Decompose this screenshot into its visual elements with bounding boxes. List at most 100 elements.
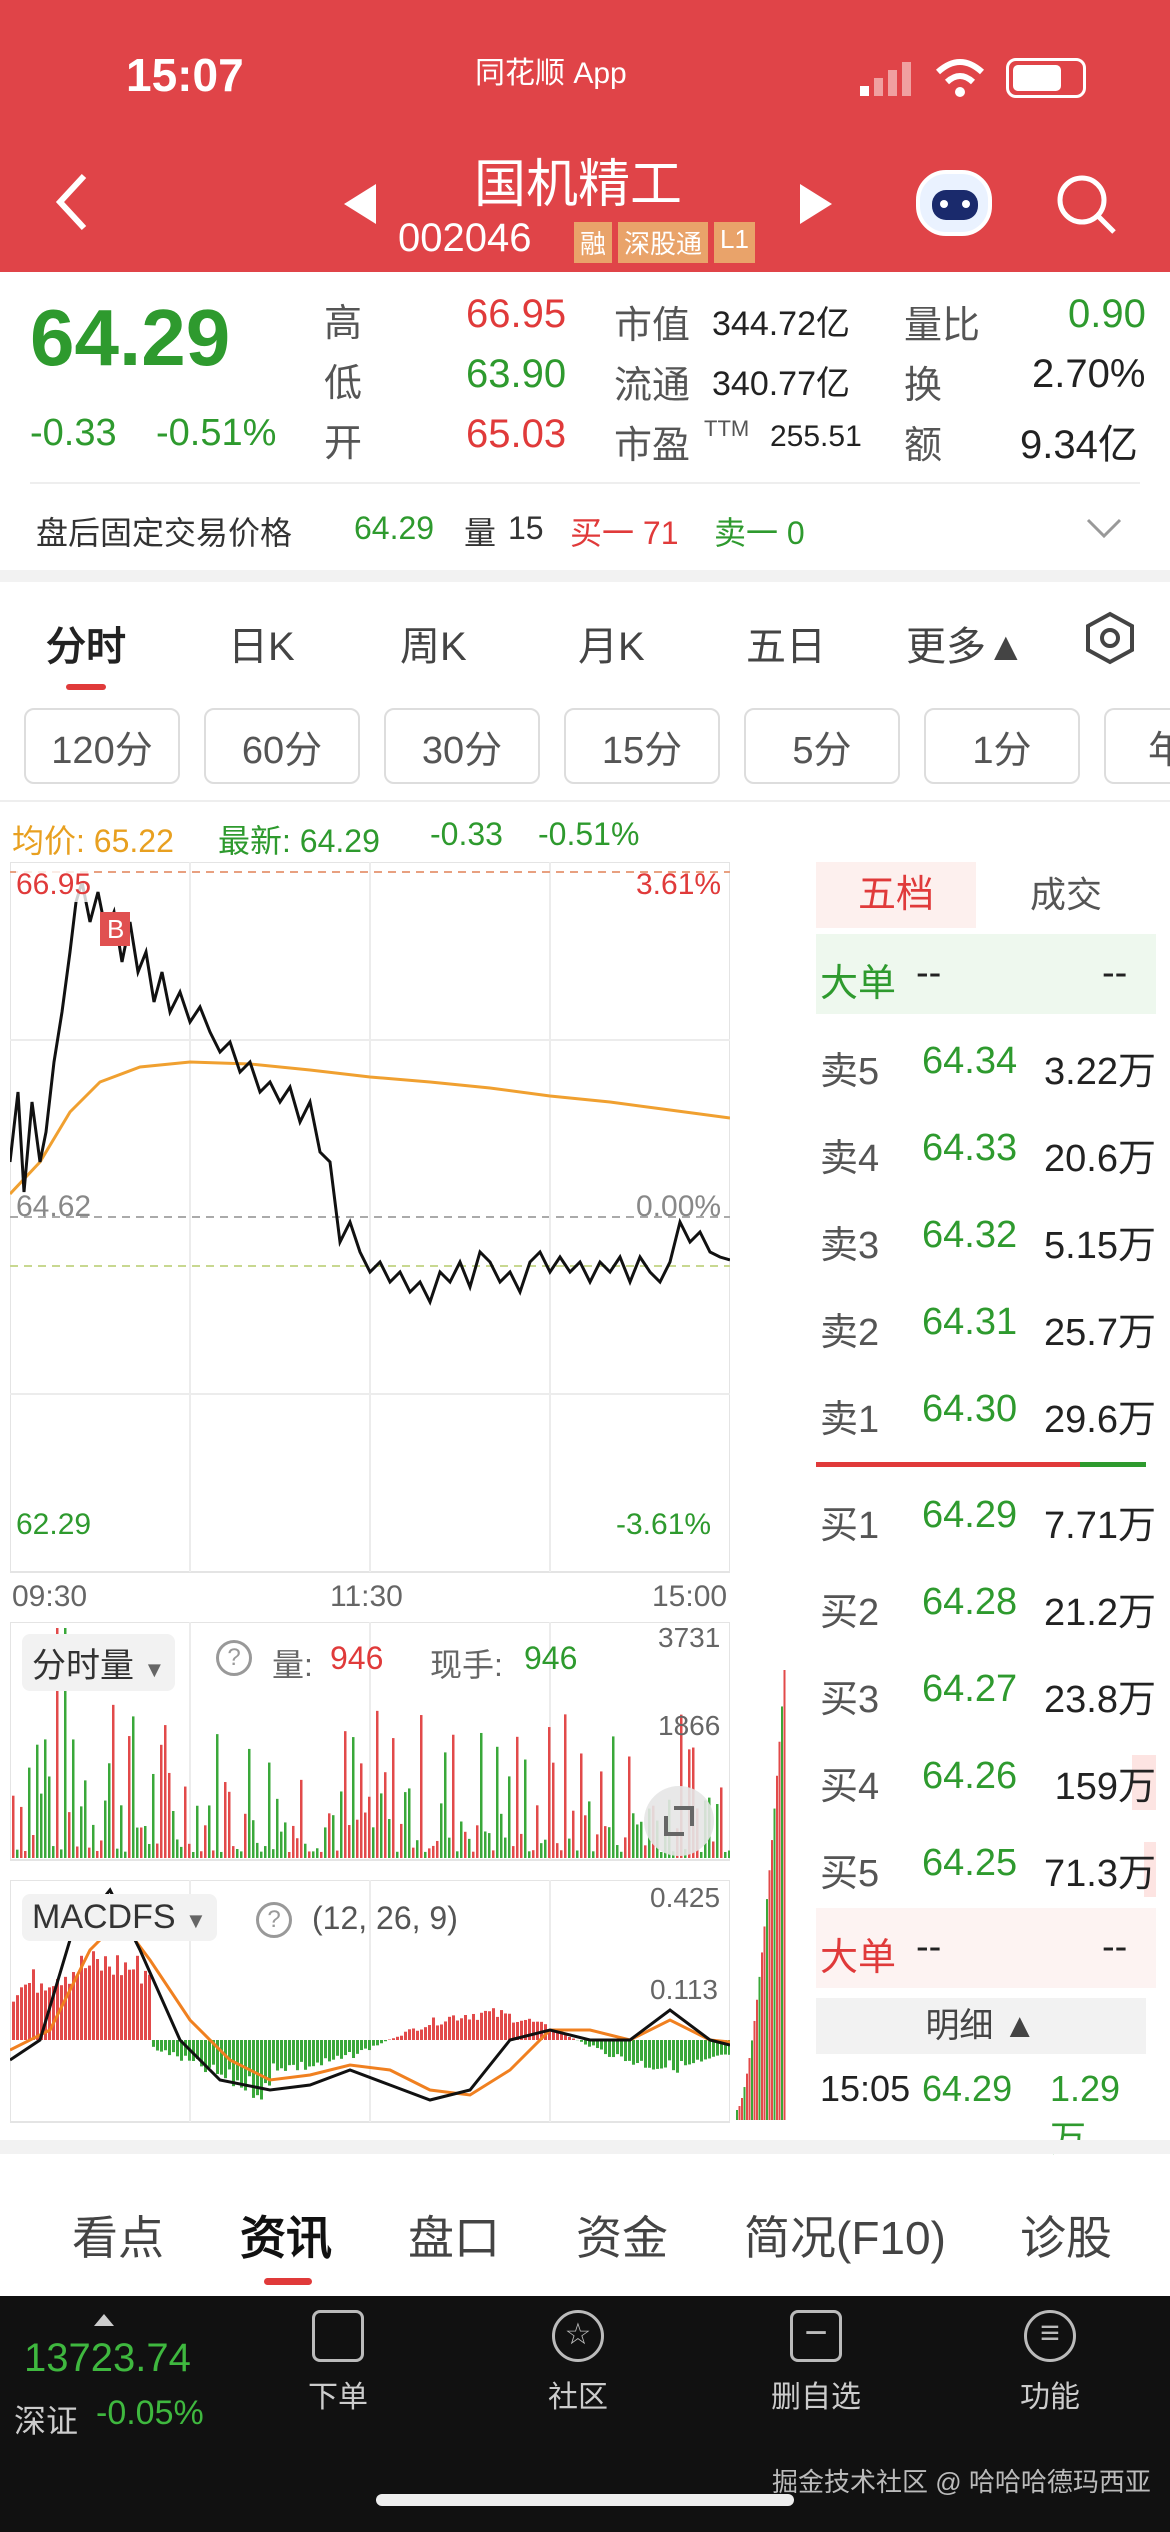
volume-bar [200, 1851, 203, 1858]
closing-volume-bar [736, 2110, 738, 2120]
volume-bar [564, 1714, 567, 1858]
volume-bar [284, 1822, 287, 1858]
volume-bar [544, 1839, 547, 1858]
ask-row[interactable]: 卖3 64.32 5.15万 [816, 1196, 1156, 1276]
volume-indicator-select[interactable]: 分时量 ▼ [22, 1634, 176, 1691]
ask-row[interactable]: 卖1 64.30 29.6万 [816, 1370, 1156, 1450]
help-icon[interactable]: ? [256, 1902, 292, 1938]
volume-bar [464, 1831, 467, 1858]
volume-bar [12, 1795, 15, 1858]
macd-indicator-select[interactable]: MACDFS ▼ [22, 1894, 217, 1941]
menu-icon: ≡ [1024, 2310, 1076, 2362]
expand-chevron-icon[interactable] [1086, 516, 1122, 545]
macd-bar [116, 1955, 119, 2040]
fullscreen-icon[interactable] [644, 1786, 714, 1856]
macd-bar [20, 1987, 23, 2040]
tab-weekly-k[interactable]: 周K [400, 614, 467, 672]
timeframe-5m[interactable]: 5分 [744, 708, 900, 784]
bid-row[interactable]: 买4 64.26 159万 [816, 1737, 1156, 1817]
bid-row[interactable]: 买3 64.27 23.8万 [816, 1650, 1156, 1730]
volume-bar [448, 1837, 451, 1858]
index-value[interactable]: 13723.74 [24, 2336, 191, 2381]
remove-watchlist-label: 删自选 [771, 2381, 861, 2414]
tab-five-day[interactable]: 五日 [746, 614, 826, 672]
bid-row[interactable]: 买1 64.29 7.71万 [816, 1476, 1156, 1556]
big-order-label: 大单 [820, 963, 897, 1005]
tab-funds[interactable]: 资金 [576, 2202, 668, 2268]
closing-volume-bar [771, 1840, 773, 2120]
volume-bar [332, 1815, 335, 1858]
volume-bar [408, 1788, 411, 1858]
volume-max-label: 3731 [658, 1622, 721, 1653]
tab-daily-k[interactable]: 日K [228, 614, 295, 672]
macd-bar [352, 2040, 355, 2059]
volume-bar [304, 1843, 307, 1858]
tab-profile[interactable]: 简况(F10) [744, 2202, 946, 2268]
volume-bar [68, 1812, 71, 1858]
tab-highlights[interactable]: 看点 [72, 2202, 164, 2268]
macd-bar [484, 2010, 487, 2040]
tab-order-book[interactable]: 盘口 [408, 2202, 500, 2268]
community-button[interactable]: ☆ 社区 [508, 2310, 648, 2416]
volume-bar [204, 1825, 207, 1858]
ask-row[interactable]: 卖5 64.34 3.22万 [816, 1022, 1156, 1102]
volume-ratio-value: 0.90 [1068, 292, 1146, 336]
macd-bar [156, 2040, 159, 2051]
macd-bar [440, 2024, 443, 2040]
volume-bar [308, 1851, 311, 1858]
timeframe-60m[interactable]: 60分 [204, 708, 360, 784]
tab-monthly-k[interactable]: 月K [578, 614, 645, 672]
orderbook-tab-trades[interactable]: 成交 [986, 862, 1146, 928]
orderbook-tab-five-label: 五档 [857, 874, 934, 916]
volume-bar [140, 1827, 143, 1858]
ask-row[interactable]: 卖4 64.33 20.6万 [816, 1109, 1156, 1189]
macd-bar [648, 2040, 651, 2068]
tab-intraday[interactable]: 分时 [46, 614, 126, 672]
timeframe-120m[interactable]: 120分 [24, 708, 180, 784]
volume-bar [192, 1851, 195, 1858]
volume-bar [152, 1773, 155, 1858]
volume-bar [156, 1843, 159, 1858]
volume-bar [184, 1786, 187, 1858]
orderbook-tab-five[interactable]: 五档 [816, 862, 976, 928]
prev-stock-button[interactable] [344, 184, 376, 224]
functions-button[interactable]: ≡ 功能 [980, 2310, 1120, 2416]
timeframe-30m[interactable]: 30分 [384, 708, 540, 784]
robot-assistant-icon[interactable] [916, 170, 992, 236]
ask-row[interactable]: 卖2 64.31 25.7万 [816, 1283, 1156, 1363]
macd-bar [112, 1974, 115, 2040]
timeframe-15m[interactable]: 15分 [564, 708, 720, 784]
closing-volume-bar [766, 1899, 768, 2120]
intraday-price-chart[interactable]: B [10, 862, 730, 1574]
macd-bar [460, 2018, 463, 2040]
app-header: 15:07 同花顺 App 国机精工 002046 融 深股通 L1 [0, 0, 1170, 272]
closing-volume-bar [751, 2040, 753, 2120]
tab-news[interactable]: 资讯 [240, 2202, 332, 2268]
settings-hexagon-icon[interactable] [1082, 610, 1138, 671]
macd-bar [560, 2033, 563, 2040]
volume-bar [16, 1849, 19, 1858]
remove-watchlist-button[interactable]: − 删自选 [746, 2310, 886, 2416]
macd-bar [140, 1983, 143, 2040]
back-button[interactable] [52, 172, 92, 232]
search-icon[interactable] [1054, 172, 1118, 241]
timeframe-year[interactable]: 年 [1104, 708, 1170, 784]
next-stock-button[interactable] [800, 184, 832, 224]
tab-diagnosis[interactable]: 诊股 [1020, 2202, 1112, 2268]
bid-row[interactable]: 买2 64.28 21.2万 [816, 1563, 1156, 1643]
macd-bar [632, 2040, 635, 2065]
order-button[interactable]: 下单 [268, 2310, 408, 2416]
volume-hand: 946 [524, 1640, 578, 1676]
volume-bar [472, 1851, 475, 1858]
home-indicator[interactable] [376, 2494, 794, 2506]
svg-text:B: B [107, 914, 124, 944]
help-icon[interactable]: ? [216, 1640, 252, 1676]
timeframe-1m[interactable]: 1分 [924, 708, 1080, 784]
bid-row[interactable]: 买5 64.25 71.3万 [816, 1824, 1156, 1904]
macd-bar [428, 2025, 431, 2040]
volume-bar [632, 1813, 635, 1858]
closing-volume-bar [773, 1808, 776, 2120]
detail-toggle[interactable]: 明细 ▲ [816, 1998, 1146, 2054]
volume-bar [292, 1825, 295, 1858]
tab-more[interactable]: 更多▲ [906, 614, 1026, 672]
